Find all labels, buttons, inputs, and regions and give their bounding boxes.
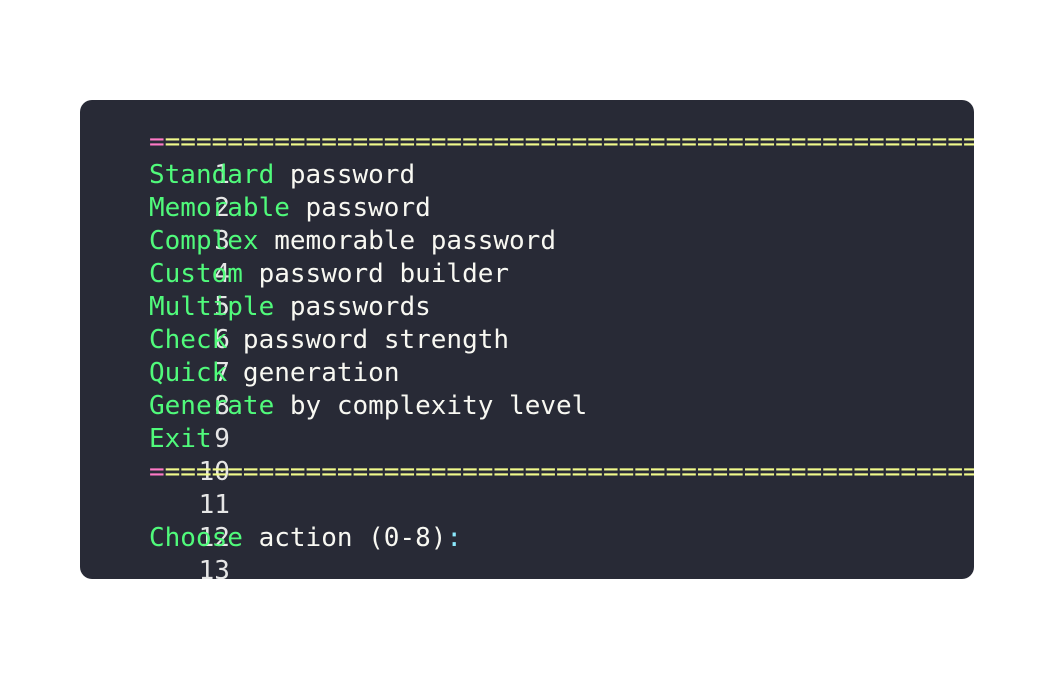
code-line-6: 6 Multiple passwords [80,291,431,355]
code-lines: 1 ======================================… [80,126,974,579]
menu-option-memorable: Memorable password [149,192,431,225]
separator-line: ========================================… [149,126,974,159]
option-text: password builder [242,259,510,289]
option-keyword: Complex [149,226,259,256]
separator-rule: ========================================… [164,127,974,157]
code-line-11: 11 =====================================… [80,456,974,520]
option-text: password [289,193,431,223]
prompt-keyword: Choose [149,523,243,553]
prompt-colon: : [446,523,463,553]
option-keyword: Exit [149,424,212,454]
prompt-text: action (0-8) [242,523,447,553]
code-line-7: 7 Check password strength [80,324,509,388]
menu-option-generate: Generate by complexity level [149,390,587,423]
code-panel: 1 ======================================… [80,100,974,579]
separator-start: = [149,127,165,157]
option-keyword: Custom [149,259,243,289]
code-line-8: 8 Quick generation [80,357,399,421]
separator-rule: ========================================… [164,457,974,487]
option-text: by complexity level [274,391,588,421]
option-keyword: Multiple [149,292,275,322]
code-line-4: 4 Complex memorable password [80,225,556,289]
code-line-3: 3 Memorable password [80,192,431,256]
option-keyword: Quick [149,358,228,388]
menu-option-custom: Custom password builder [149,258,509,291]
separator-line: ========================================… [149,456,974,489]
option-keyword: Check [149,325,228,355]
option-keyword: Standard [149,160,275,190]
option-text: password strength [227,325,510,355]
line-number: 13 [198,556,230,579]
option-text: generation [227,358,400,388]
code-line-1: 1 ======================================… [80,126,974,190]
option-text: memorable password [258,226,556,256]
separator-start: = [149,457,165,487]
code-line-12: 12 [80,489,230,553]
option-keyword: Memorable [149,193,290,223]
option-text: password [274,160,416,190]
menu-option-quick: Quick generation [149,357,399,390]
menu-option-exit: Exit [149,423,212,456]
code-line-5: 5 Custom password builder [80,258,509,322]
menu-option-multiple: Multiple passwords [149,291,431,324]
action-prompt: Choose action (0-8): [149,522,462,555]
code-line-9: 9 Generate by complexity level [80,390,587,454]
menu-option-complex: Complex memorable password [149,225,556,258]
menu-option-check: Check password strength [149,324,509,357]
menu-option-standard: Standard password [149,159,415,192]
code-line-10: 10 Exit [80,423,230,487]
code-line-13: 13 Choose action (0-8): [80,522,462,579]
option-keyword: Generate [149,391,275,421]
code-line-2: 2 Standard password [80,159,415,223]
option-text: passwords [274,292,431,322]
